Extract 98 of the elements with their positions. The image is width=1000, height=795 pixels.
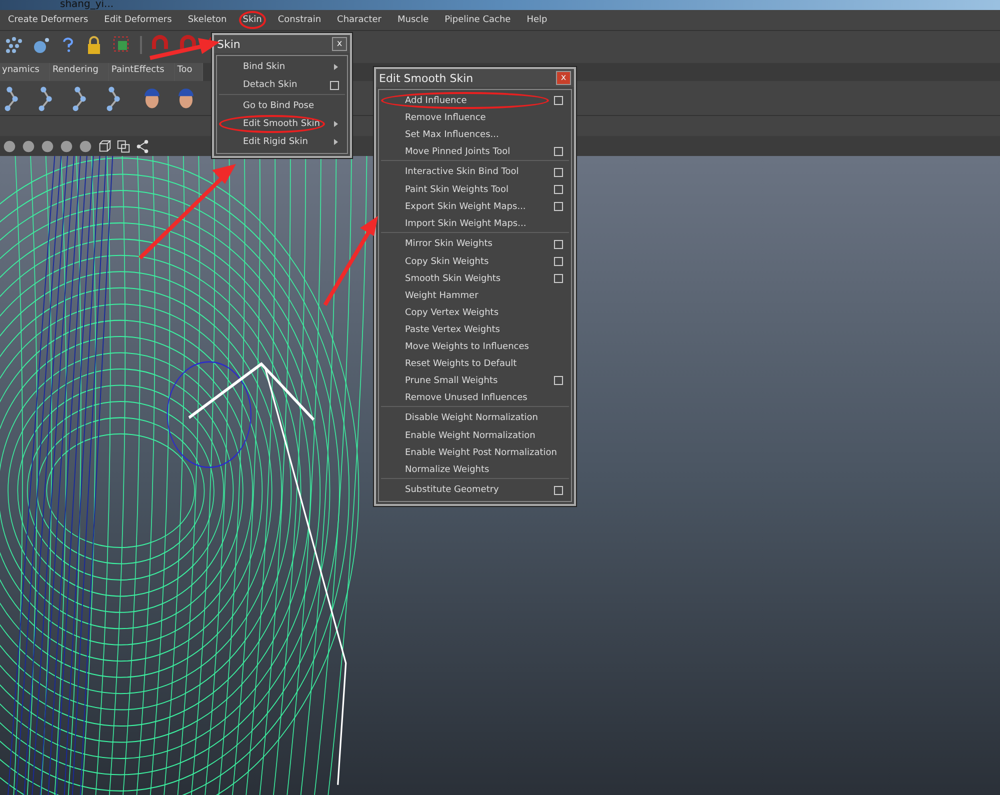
close-button[interactable]: x xyxy=(556,71,571,85)
option-box[interactable] xyxy=(554,240,563,248)
menu-item-label: Import Skin Weight Maps... xyxy=(405,218,528,228)
squares-icon[interactable] xyxy=(116,138,131,154)
menu-item[interactable]: Create Deformers xyxy=(4,11,92,29)
menu-item-label: Move Pinned Joints Tool xyxy=(405,146,512,156)
option-box[interactable] xyxy=(554,96,563,105)
shading-icon[interactable] xyxy=(2,138,17,154)
menu-item[interactable]: Substitute Geometry xyxy=(381,478,569,499)
menu-item[interactable]: Bind Skin xyxy=(219,58,345,76)
menu-item-label: Paint Skin Weights Tool xyxy=(405,184,510,194)
shelf-tab[interactable]: Too xyxy=(175,63,204,81)
menu-item[interactable]: Edit Deformers xyxy=(100,11,176,29)
menu-item[interactable]: Import Skin Weight Maps... xyxy=(381,215,569,232)
shelf-tab[interactable]: ynamics xyxy=(0,63,50,81)
menu-item[interactable]: Copy Vertex Weights xyxy=(381,304,569,321)
menu-item-label: Copy Vertex Weights xyxy=(405,308,500,318)
shelf-tab[interactable]: Rendering xyxy=(50,63,110,81)
menu-item[interactable]: Skeleton xyxy=(184,11,231,29)
menu-item[interactable]: Remove Unused Influences xyxy=(381,389,569,406)
option-box[interactable] xyxy=(330,80,339,90)
option-box[interactable] xyxy=(554,376,563,385)
submenu-arrow-icon xyxy=(333,63,339,71)
sphere-icon[interactable] xyxy=(32,35,52,55)
shading-icon[interactable] xyxy=(59,138,74,154)
menu-item[interactable]: Go to Bind Pose xyxy=(219,94,345,115)
menu-item[interactable]: Interactive Skin Bind Tool xyxy=(381,160,569,181)
menu-item-label: Enable Weight Normalization xyxy=(405,430,536,440)
menu-item-label: Reset Weights to Default xyxy=(405,358,518,368)
shading-icon[interactable] xyxy=(78,138,93,154)
menu-item-label: Bind Skin xyxy=(243,62,286,72)
menu-item[interactable]: Reset Weights to Default xyxy=(381,355,569,372)
submenu-arrow-icon xyxy=(333,120,339,128)
menu-item[interactable]: Disable Weight Normalization xyxy=(381,406,569,427)
menu-item[interactable]: Normalize Weights xyxy=(381,461,569,478)
menu-item-label: Export Skin Weight Maps... xyxy=(405,202,527,212)
menu-item[interactable]: Smooth Skin Weights xyxy=(381,270,569,287)
menu-item[interactable]: Character xyxy=(333,11,386,29)
menu-item-label: Move Weights to Influences xyxy=(405,342,530,352)
menu-item-label: Add Influence xyxy=(405,96,468,106)
menu-title: Edit Smooth Skin xyxy=(379,72,474,84)
cube-icon[interactable] xyxy=(97,138,112,154)
menu-item-label: Interactive Skin Bind Tool xyxy=(405,167,520,177)
menu-item-label: Disable Weight Normalization xyxy=(405,413,540,423)
shelf-tab[interactable]: PaintEffects xyxy=(109,63,176,81)
option-box[interactable] xyxy=(554,147,563,156)
menu-item-label: Copy Skin Weights xyxy=(405,256,490,266)
menu-item-label: Remove Unused Influences xyxy=(405,392,528,402)
menu-item[interactable]: Paste Vertex Weights xyxy=(381,321,569,338)
menu-item[interactable]: Pipeline Cache xyxy=(440,11,515,29)
menu-item[interactable]: Edit Smooth Skin xyxy=(219,115,345,133)
menu-item-label: Normalize Weights xyxy=(405,464,490,474)
menu-item-label: Edit Rigid Skin xyxy=(243,137,309,147)
menu-item[interactable]: Paint Skin Weights Tool xyxy=(381,181,569,198)
menu-item[interactable]: Set Max Influences... xyxy=(381,126,569,143)
menu-item-label: Enable Weight Post Normalization xyxy=(405,448,558,458)
menu-item[interactable]: Add Influence xyxy=(381,92,569,109)
menu-item[interactable]: Move Pinned Joints Tool xyxy=(381,143,569,160)
menu-item[interactable]: Mirror Skin Weights xyxy=(381,232,569,253)
menu-item[interactable]: Move Weights to Influences xyxy=(381,338,569,355)
option-box[interactable] xyxy=(554,202,563,211)
shading-icon[interactable] xyxy=(21,138,36,154)
submenu-arrow-icon xyxy=(333,138,339,146)
help-icon[interactable] xyxy=(60,35,76,55)
menu-item[interactable]: Skin xyxy=(238,11,266,29)
option-box[interactable] xyxy=(554,257,563,266)
menu-title: Skin xyxy=(217,38,240,50)
particles-icon[interactable] xyxy=(4,35,24,55)
menu-item[interactable]: Detach Skin xyxy=(219,76,345,94)
option-box[interactable] xyxy=(554,168,563,176)
menu-item-label: Remove Influence xyxy=(405,112,487,122)
menu-item[interactable]: Help xyxy=(522,11,552,29)
menu-item[interactable]: Export Skin Weight Maps... xyxy=(381,198,569,215)
menu-item-label: Paste Vertex Weights xyxy=(405,324,501,334)
menu-item[interactable]: Copy Skin Weights xyxy=(381,253,569,270)
menu-item-label: Weight Hammer xyxy=(405,290,480,300)
menu-item[interactable]: Enable Weight Post Normalization xyxy=(381,444,569,461)
share-icon[interactable] xyxy=(135,138,150,154)
shading-icon[interactable] xyxy=(40,138,55,154)
menu-item[interactable]: Edit Rigid Skin xyxy=(219,133,345,151)
menu-item[interactable]: Remove Influence xyxy=(381,109,569,126)
menu-item-label: Smooth Skin Weights xyxy=(405,274,502,284)
option-box[interactable] xyxy=(554,486,563,494)
menu-item[interactable]: Prune Small Weights xyxy=(381,372,569,389)
menu-item-label: Set Max Influences... xyxy=(405,130,500,140)
menu-item[interactable]: Muscle xyxy=(393,11,433,29)
menu-item-label: Detach Skin xyxy=(243,80,298,90)
menu-item-label: Mirror Skin Weights xyxy=(405,239,494,249)
option-box[interactable] xyxy=(554,274,563,283)
menu-item[interactable]: Enable Weight Normalization xyxy=(381,427,569,444)
menu-item-label: Edit Smooth Skin xyxy=(243,119,322,129)
option-box[interactable] xyxy=(554,185,563,194)
menu-item-label: Substitute Geometry xyxy=(405,485,500,495)
menu-item-label: Prune Small Weights xyxy=(405,376,499,386)
close-button[interactable]: x xyxy=(332,37,347,51)
menu-item-label: Go to Bind Pose xyxy=(243,101,316,111)
menu-item[interactable]: Constrain xyxy=(274,11,326,29)
menu-item[interactable]: Weight Hammer xyxy=(381,287,569,304)
